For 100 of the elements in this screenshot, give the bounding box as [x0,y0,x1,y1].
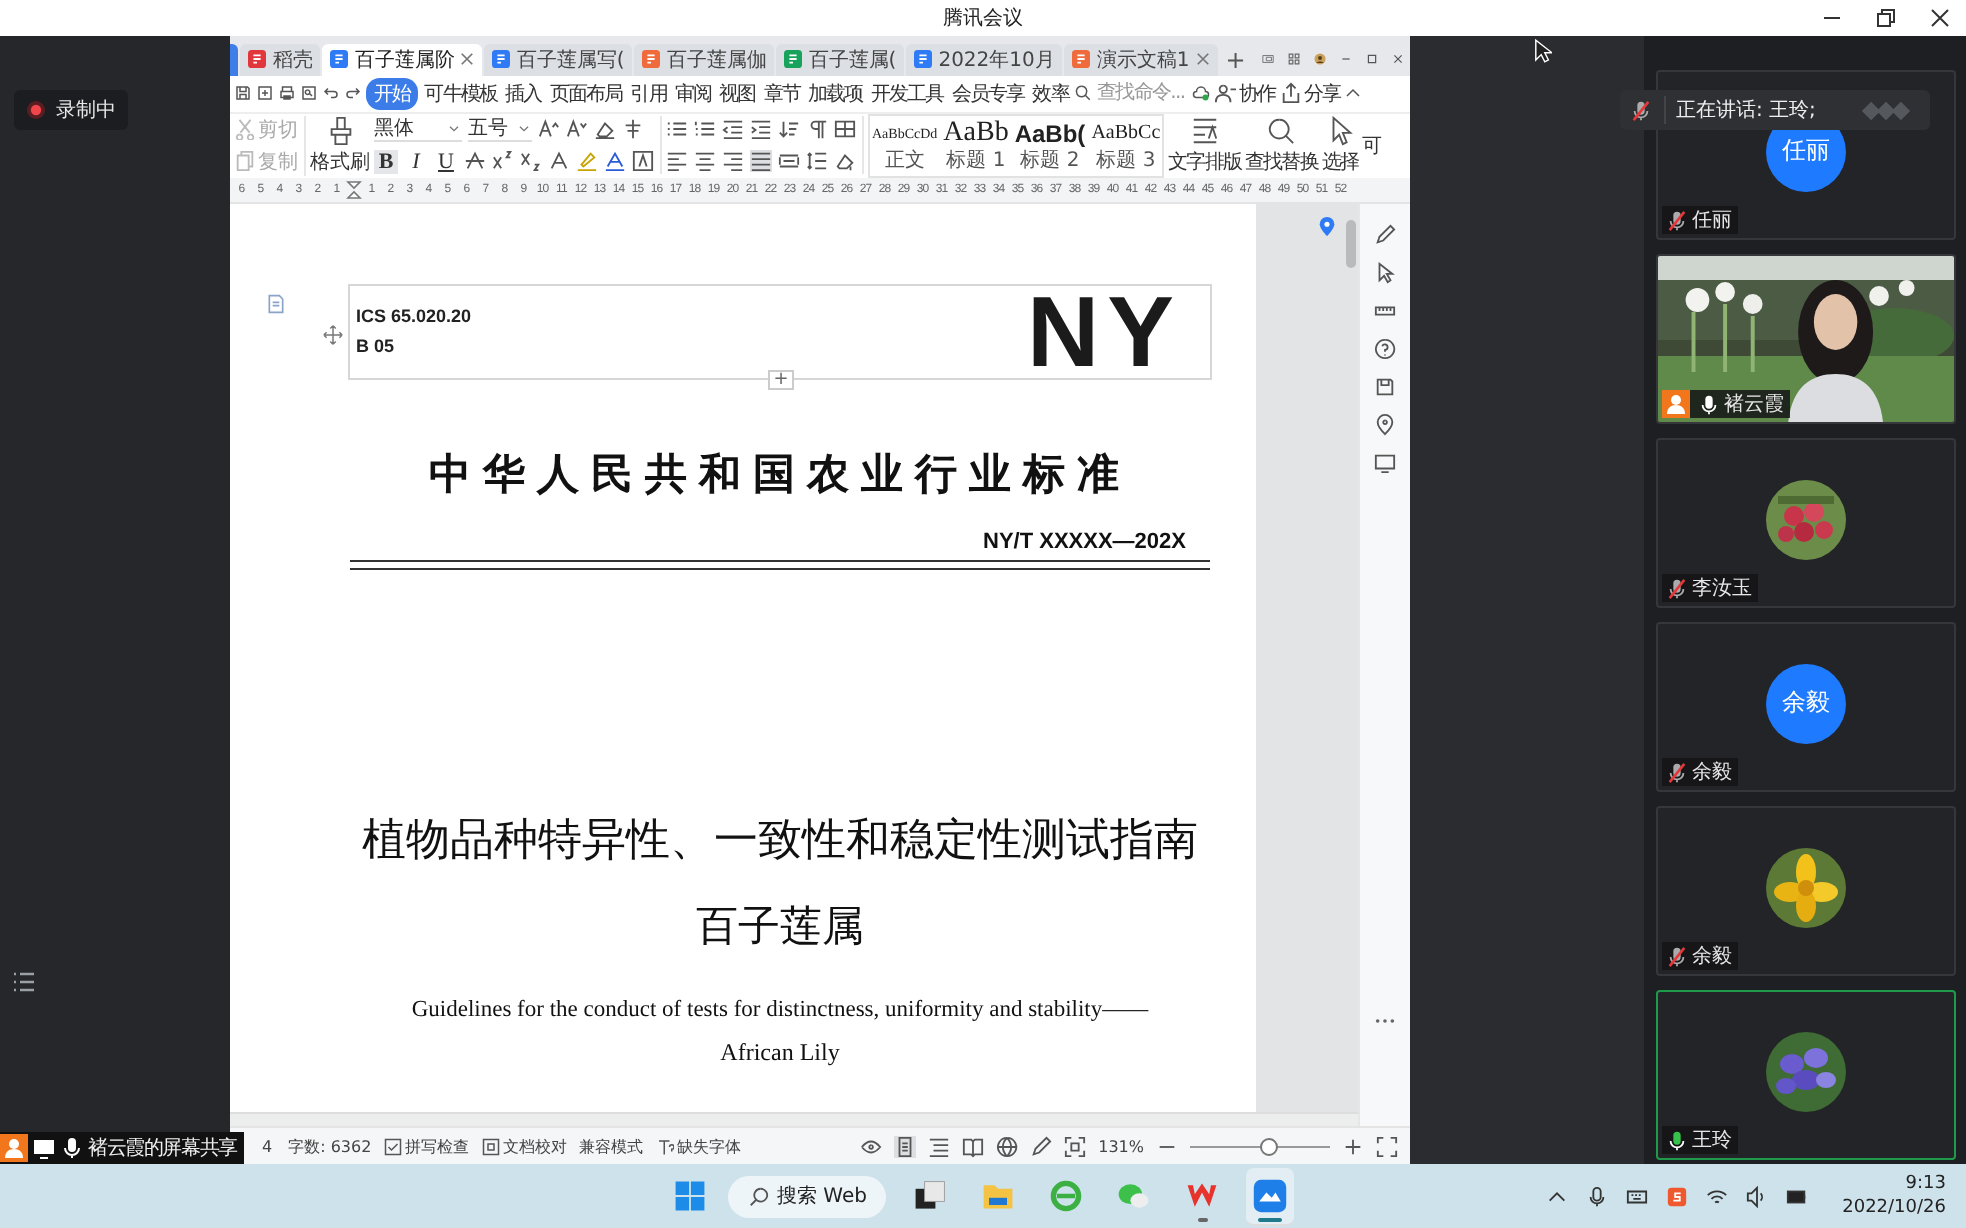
status-button[interactable]: 缺失字体 [655,1135,742,1158]
start-icon[interactable] [671,1178,707,1214]
keyboard-icon[interactable] [1626,1185,1649,1207]
line-spacing-icon[interactable] [806,150,828,173]
screen-icon[interactable] [1374,451,1396,474]
bullets-icon[interactable] [666,118,688,141]
left-align-icon[interactable] [666,150,688,173]
save-icon[interactable] [1374,375,1396,398]
speaker-icon[interactable] [1746,1185,1769,1207]
print-icon[interactable] [278,84,296,103]
document-icon[interactable] [266,293,286,314]
indent-icon[interactable] [750,118,772,141]
map-pin-icon[interactable] [1316,215,1338,238]
format-button[interactable]: I [404,149,428,174]
page-view-icon[interactable] [894,1135,917,1158]
document-tab[interactable]: 百子莲属伽 [634,43,775,76]
input-method-icon[interactable] [1666,1185,1689,1207]
superscript-icon[interactable] [492,150,514,173]
format-painter-button[interactable]: 格式刷 [310,115,370,176]
menu-tab[interactable]: 审阅 [672,77,714,110]
document-tab[interactable]: 2022年10月 [906,43,1063,76]
show-marks-icon[interactable] [806,118,828,141]
redo-icon[interactable] [344,84,362,103]
menu-tab[interactable]: 加载项 [806,77,865,110]
document-tab[interactable]: 百子莲属阶 [322,43,483,76]
status-button[interactable]: 文档校对 [481,1135,568,1158]
document-tab[interactable]: 百子莲属写( [484,43,633,76]
fit-page-icon[interactable] [1064,1135,1087,1158]
toolbar-button[interactable]: 选择 [1321,115,1359,176]
document-tab[interactable]: 演示文稿1 [1064,43,1218,76]
add-row-button[interactable]: + [768,369,794,390]
pen-icon[interactable] [1030,1135,1053,1158]
justify-align-icon[interactable] [750,150,772,173]
status-button[interactable]: 兼容模式 [579,1135,644,1158]
numbering-icon[interactable] [694,118,716,141]
battery-icon[interactable] [1786,1185,1809,1207]
menu-tab[interactable]: 效率 [1030,77,1071,110]
help-icon[interactable] [1374,337,1396,360]
restore-icon[interactable] [1876,8,1896,28]
subscript-icon[interactable] [520,150,542,173]
clock-time[interactable]: 9:13 [1905,1172,1946,1196]
pen-icon[interactable] [1374,223,1396,246]
new-tab-button[interactable]: + [1219,43,1252,76]
save-icon[interactable] [234,84,252,103]
menu-tab[interactable]: 可牛模板 [422,77,500,110]
outline-view-icon[interactable] [928,1135,951,1158]
indent-marker-icon[interactable] [346,179,362,200]
reading-view-icon[interactable] [962,1135,985,1158]
format-button[interactable]: B [374,149,398,174]
font-shrink-icon[interactable] [566,118,588,141]
style-item[interactable]: AaBbCc 标题 3 [1089,115,1163,176]
home-tab[interactable] [230,43,239,76]
preview-icon[interactable] [300,84,318,103]
font-grow-icon[interactable] [538,118,560,141]
zoom-in-icon[interactable] [1342,1135,1364,1158]
style-item[interactable]: AaBb 标题 1 [941,115,1011,176]
style-item[interactable]: AaBb( 标题 2 [1012,115,1088,176]
action-button[interactable]: 协作 [1214,79,1276,108]
clear-format-icon[interactable] [594,118,616,141]
search-box[interactable]: 搜索 Web [727,1175,887,1217]
list-icon[interactable] [12,972,36,992]
close-icon[interactable] [1930,8,1950,28]
sort-icon[interactable] [778,118,800,141]
char-border-icon[interactable] [632,150,654,173]
right-align-icon[interactable] [722,150,744,173]
distribute-align-icon[interactable] [778,150,800,173]
menu-tab[interactable]: 页面布局 [547,77,625,110]
status-button[interactable]: 拼写检查 [383,1135,470,1158]
web-view-icon[interactable] [996,1135,1019,1158]
menu-tab[interactable]: 会员专享 [949,77,1027,110]
shading-icon[interactable] [834,150,856,173]
toolbar-button[interactable]: 文字排版 [1168,115,1242,176]
strikethrough-icon[interactable] [464,150,486,173]
table-icon[interactable] [834,118,856,141]
toolbar-button[interactable]: 可 [1362,131,1381,160]
document-tab[interactable]: 百子莲属( [776,43,905,76]
search-field[interactable]: 查找命令... [1096,82,1189,105]
text-effect-icon[interactable] [548,150,570,173]
format-button[interactable]: U [434,149,458,174]
menu-tab[interactable]: 开始 [366,77,419,110]
menu-tab[interactable]: 开发工具 [868,77,946,110]
menu-tab[interactable]: 引用 [628,77,669,110]
cursor-icon[interactable] [1374,261,1396,284]
undo-icon[interactable] [322,84,340,103]
font-select[interactable]: 黑体 [374,116,462,143]
eye-icon[interactable] [860,1135,883,1158]
wifi-icon[interactable] [1706,1185,1729,1207]
menu-tab[interactable]: 章节 [761,77,803,110]
zoom-slider-thumb[interactable] [1259,1137,1277,1156]
font-color-icon[interactable] [604,150,626,173]
center-align-icon[interactable] [694,150,716,173]
document-tab[interactable]: 稻壳 [240,43,321,76]
export-icon[interactable] [256,84,274,103]
microphone-icon[interactable] [1586,1185,1609,1207]
cloud-icon[interactable] [1192,84,1211,103]
map-pin-icon[interactable] [1374,413,1396,436]
move-handle-icon[interactable] [322,323,344,346]
action-button[interactable]: 分享 [1279,79,1341,108]
toolbar-button[interactable]: 查找替换 [1245,115,1318,176]
phonetic-icon[interactable] [622,118,644,141]
